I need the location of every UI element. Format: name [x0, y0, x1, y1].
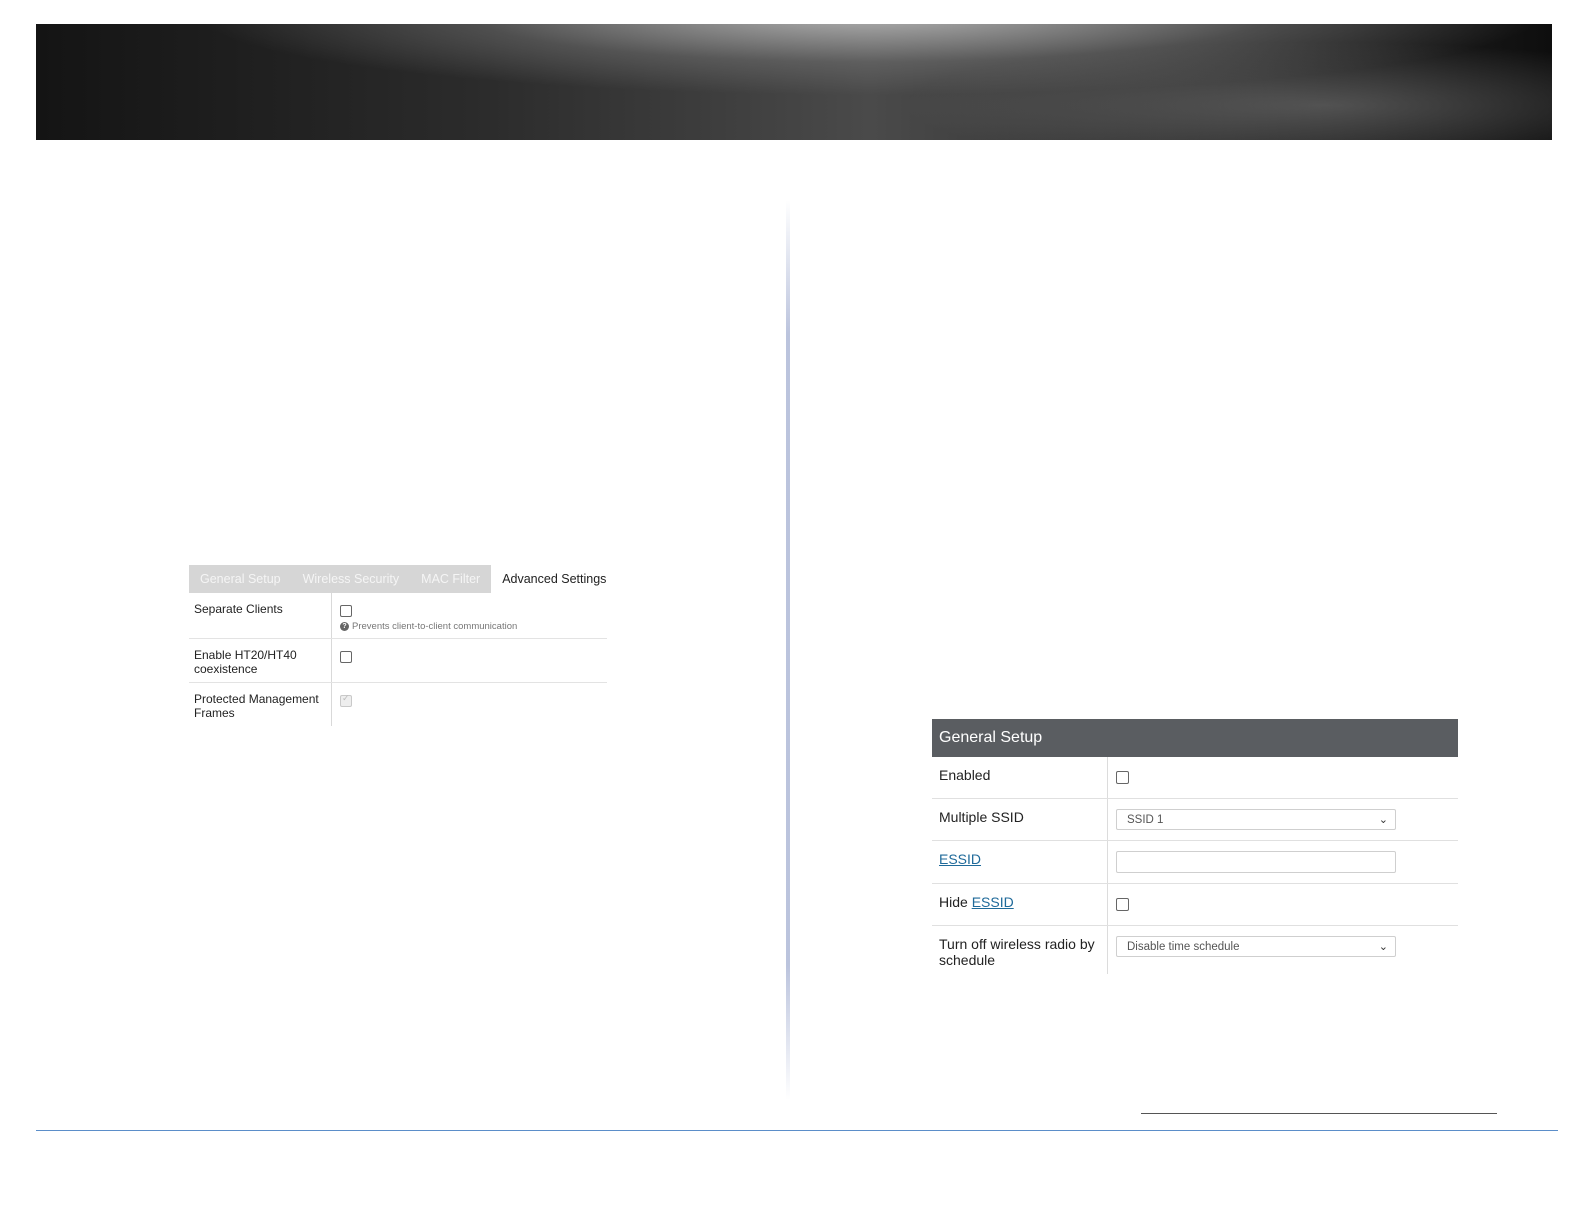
- page-divider: [786, 200, 790, 1100]
- pmf-checkbox: [340, 693, 352, 707]
- separate-clients-checkbox[interactable]: [340, 604, 352, 617]
- chevron-down-icon: ⌄: [1378, 814, 1388, 826]
- tab-wireless-security[interactable]: Wireless Security: [292, 565, 411, 593]
- pmf-label: Protected Management Frames: [189, 683, 332, 726]
- hide-label: Hide: [939, 894, 968, 910]
- ht-coexistence-row: Enable HT20/HT40 coexistence: [189, 639, 607, 683]
- enabled-row: Enabled: [932, 757, 1458, 799]
- chevron-down-icon: ⌄: [1378, 941, 1388, 953]
- separate-clients-label: Separate Clients: [189, 593, 332, 638]
- tab-bar: General Setup Wireless Security MAC Filt…: [189, 565, 618, 593]
- advanced-settings-panel: General Setup Wireless Security MAC Filt…: [189, 565, 618, 726]
- tab-mac-filter[interactable]: MAC Filter: [410, 565, 491, 593]
- multiple-ssid-select[interactable]: SSID 1 ⌄: [1116, 809, 1396, 830]
- tab-advanced-settings[interactable]: Advanced Settings: [491, 565, 618, 593]
- hide-essid-row: Hide ESSID: [932, 884, 1458, 926]
- footer-short-rule: [1141, 1113, 1497, 1114]
- essid-link[interactable]: ESSID: [939, 851, 981, 867]
- schedule-row: Turn off wireless radio by schedule Disa…: [932, 926, 1458, 974]
- schedule-label: Turn off wireless radio by schedule: [932, 926, 1108, 974]
- hide-essid-checkbox[interactable]: [1116, 898, 1129, 911]
- multiple-ssid-row: Multiple SSID SSID 1 ⌄: [932, 799, 1458, 841]
- hide-essid-link[interactable]: ESSID: [972, 894, 1014, 910]
- footer-rule: [36, 1130, 1558, 1131]
- enabled-checkbox[interactable]: [1116, 771, 1129, 784]
- multiple-ssid-label: Multiple SSID: [932, 799, 1108, 840]
- schedule-value: Disable time schedule: [1127, 941, 1240, 953]
- separate-clients-hint: ? Prevents client-to-client communication: [340, 621, 599, 632]
- enabled-label: Enabled: [932, 757, 1108, 798]
- pmf-row: Protected Management Frames: [189, 683, 607, 726]
- general-setup-title: General Setup: [932, 719, 1458, 757]
- essid-row: ESSID: [932, 841, 1458, 884]
- general-setup-panel: General Setup Enabled Multiple SSID SSID…: [932, 719, 1458, 974]
- schedule-select[interactable]: Disable time schedule ⌄: [1116, 936, 1396, 957]
- header-banner: [36, 24, 1552, 140]
- separate-clients-row: Separate Clients ? Prevents client-to-cli…: [189, 593, 607, 639]
- ht-coexistence-label: Enable HT20/HT40 coexistence: [189, 639, 332, 682]
- essid-input[interactable]: [1116, 851, 1396, 873]
- separate-clients-hint-text: Prevents client-to-client communication: [352, 621, 518, 632]
- tab-general-setup[interactable]: General Setup: [189, 565, 292, 593]
- question-icon: ?: [340, 621, 349, 631]
- multiple-ssid-value: SSID 1: [1127, 814, 1164, 826]
- ht-coexistence-checkbox[interactable]: [340, 650, 352, 663]
